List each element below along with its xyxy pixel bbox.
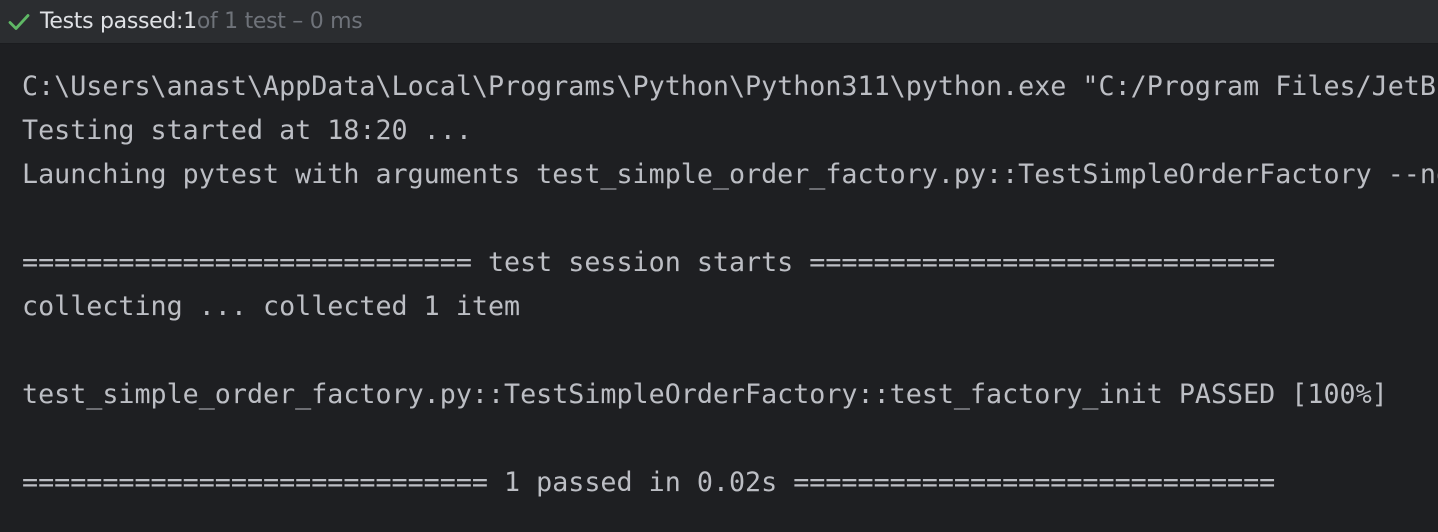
console-line-summary: ============================= 1 passed i… — [22, 467, 1276, 498]
console-line-session-header: ============================ test sessio… — [22, 247, 1276, 278]
checkmark-icon — [8, 13, 30, 30]
console-line-test-result: test_simple_order_factory.py::TestSimple… — [22, 379, 1388, 410]
console-line-launching: Launching pytest with arguments test_sim… — [22, 159, 1438, 190]
console-output[interactable]: C:\Users\anast\AppData\Local\Programs\Py… — [0, 44, 1438, 532]
status-label: Tests passed: — [40, 9, 184, 34]
console-line-collecting: collecting ... collected 1 item — [22, 291, 521, 322]
test-status-bar: Tests passed: 1 of 1 test – 0 ms — [0, 0, 1438, 44]
passed-count: 1 — [183, 9, 197, 34]
console-line-testing-started: Testing started at 18:20 ... — [22, 115, 472, 146]
console-line-command: C:\Users\anast\AppData\Local\Programs\Py… — [22, 71, 1438, 102]
status-detail: of 1 test – 0 ms — [196, 9, 363, 34]
